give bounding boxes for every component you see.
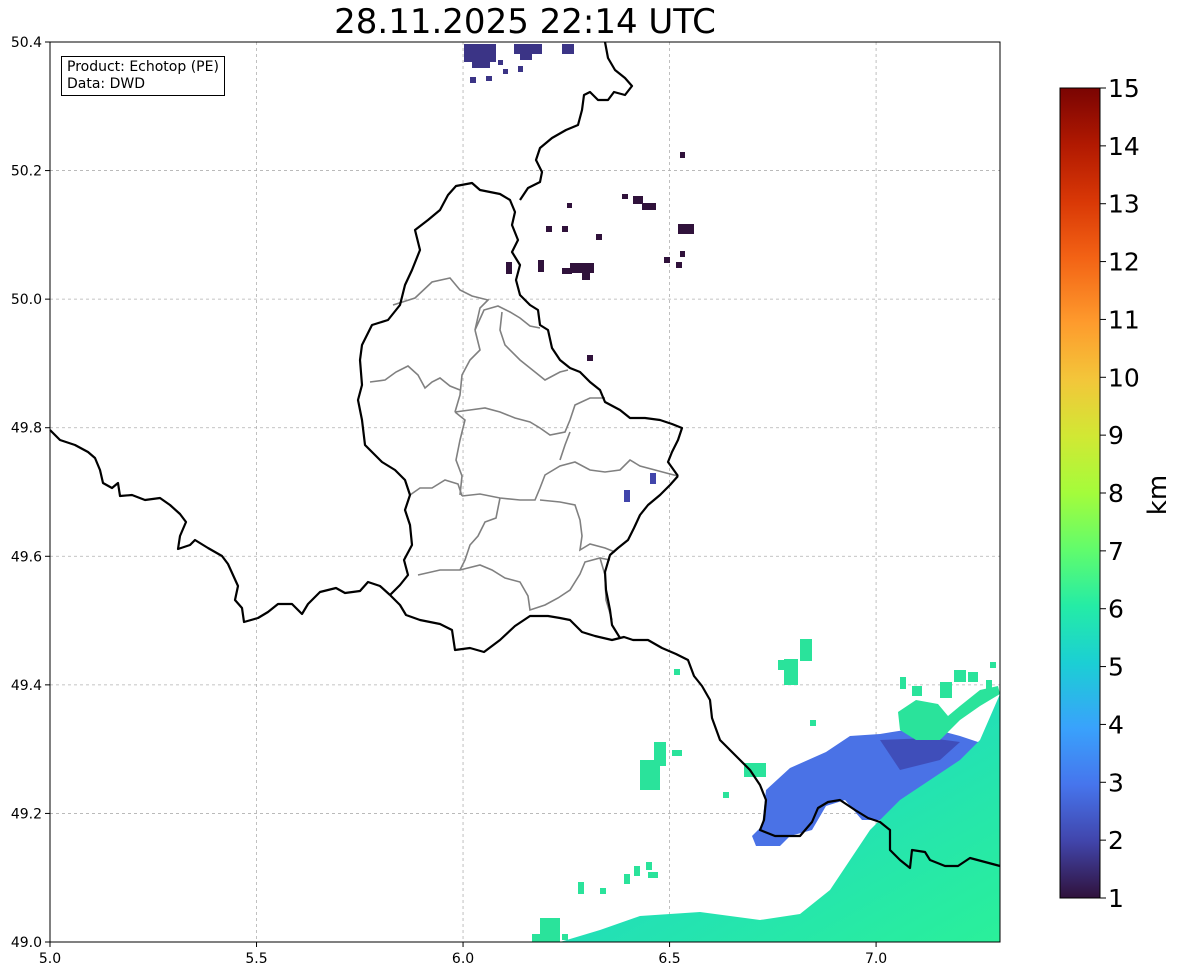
colorbar-tick-label: 15 — [1108, 74, 1140, 103]
x-tick-label: 7.0 — [865, 951, 887, 967]
x-axis-ticks: 5.0 5.5 6.0 6.5 7.0 — [39, 942, 887, 967]
x-tick-label: 6.0 — [452, 951, 474, 967]
colorbar-tick-label: 13 — [1108, 190, 1140, 219]
colorbar-tick-label: 6 — [1108, 595, 1124, 624]
colorbar-ticks: 123456789101112131415 — [1100, 74, 1140, 913]
y-tick-label: 50.2 — [11, 164, 42, 180]
map-plot: 5.0 5.5 6.0 6.5 7.0 49.0 49.2 49.4 49.6 49.8 50.0… — [11, 35, 1173, 967]
data-source-label: Data: DWD — [67, 76, 145, 92]
x-tick-label: 6.5 — [658, 951, 680, 967]
y-tick-label: 49.4 — [11, 678, 42, 694]
colorbar-tick-label: 10 — [1108, 363, 1140, 392]
colorbar — [1059, 87, 1101, 899]
colorbar-tick-label: 5 — [1108, 653, 1124, 682]
y-tick-label: 50.0 — [11, 292, 42, 308]
colorbar-tick-label: 7 — [1108, 537, 1124, 566]
colorbar-tick-label: 9 — [1108, 421, 1124, 450]
y-axis-ticks: 49.0 49.2 49.4 49.6 49.8 50.0 50.2 50.4 — [11, 35, 50, 951]
product-label: Product: Echotop (PE) — [67, 59, 219, 75]
colorbar-tick-label: 11 — [1108, 305, 1140, 334]
colorbar-tick-label: 3 — [1108, 768, 1124, 797]
colorbar-tick-label: 1 — [1108, 884, 1124, 913]
colorbar-tick-label: 12 — [1108, 248, 1140, 277]
colorbar-tick-label: 2 — [1108, 826, 1124, 855]
x-tick-label: 5.0 — [39, 951, 61, 967]
x-tick-label: 5.5 — [245, 951, 267, 967]
y-tick-label: 49.2 — [11, 806, 42, 822]
colorbar-label: km — [1143, 475, 1173, 515]
y-tick-label: 49.6 — [11, 549, 42, 565]
y-tick-label: 49.8 — [11, 421, 42, 437]
colorbar-tick-label: 8 — [1108, 479, 1124, 508]
radar-map-figure: 28.11.2025 22:14 UTC 5.0 5.5 6.0 6.5 7.0… — [0, 0, 1178, 976]
colorbar-tick-label: 14 — [1108, 132, 1140, 161]
info-box: Product: Echotop (PE) Data: DWD — [61, 56, 225, 96]
y-tick-label: 49.0 — [11, 935, 42, 951]
colorbar-tick-label: 4 — [1108, 710, 1124, 739]
y-tick-label: 50.4 — [11, 35, 42, 51]
